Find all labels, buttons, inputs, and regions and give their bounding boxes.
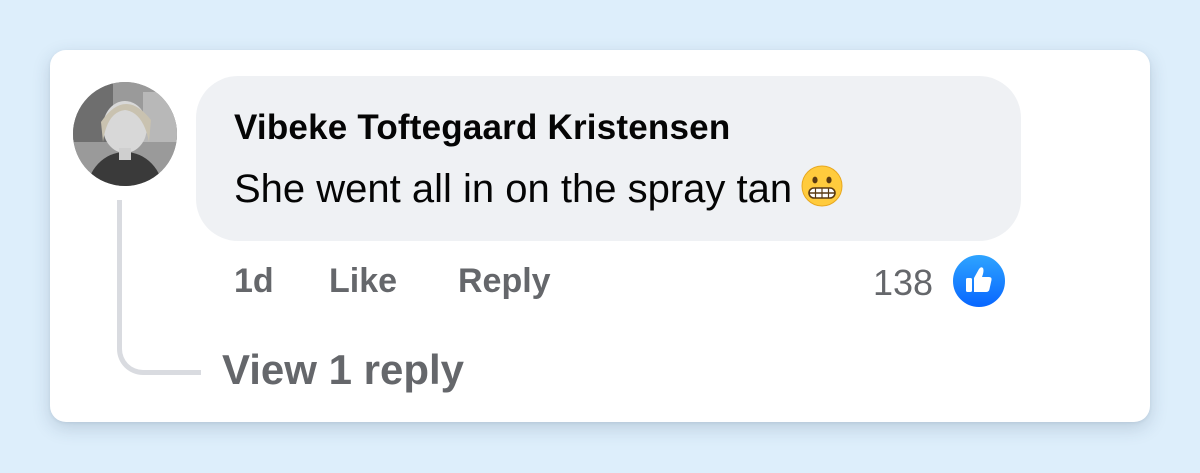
grimacing-face-emoji bbox=[800, 164, 844, 218]
reply-thread-connector bbox=[117, 200, 201, 375]
reaction-count[interactable]: 138 bbox=[873, 262, 933, 304]
thumbs-up-icon[interactable] bbox=[950, 252, 1008, 310]
avatar-photo bbox=[73, 82, 177, 186]
like-button[interactable]: Like bbox=[329, 262, 397, 301]
comment-text-line: She went all in on the spray tan bbox=[234, 164, 844, 218]
reply-button[interactable]: Reply bbox=[458, 262, 551, 301]
avatar[interactable] bbox=[73, 82, 177, 186]
view-replies-link[interactable]: View 1 reply bbox=[222, 346, 464, 394]
comment-bubble: Vibeke Toftegaard Kristensen She went al… bbox=[196, 76, 1021, 241]
comment-author-name[interactable]: Vibeke Toftegaard Kristensen bbox=[234, 108, 730, 148]
comment-text: She went all in on the spray tan bbox=[234, 167, 793, 211]
comment-timestamp[interactable]: 1d bbox=[234, 262, 274, 301]
